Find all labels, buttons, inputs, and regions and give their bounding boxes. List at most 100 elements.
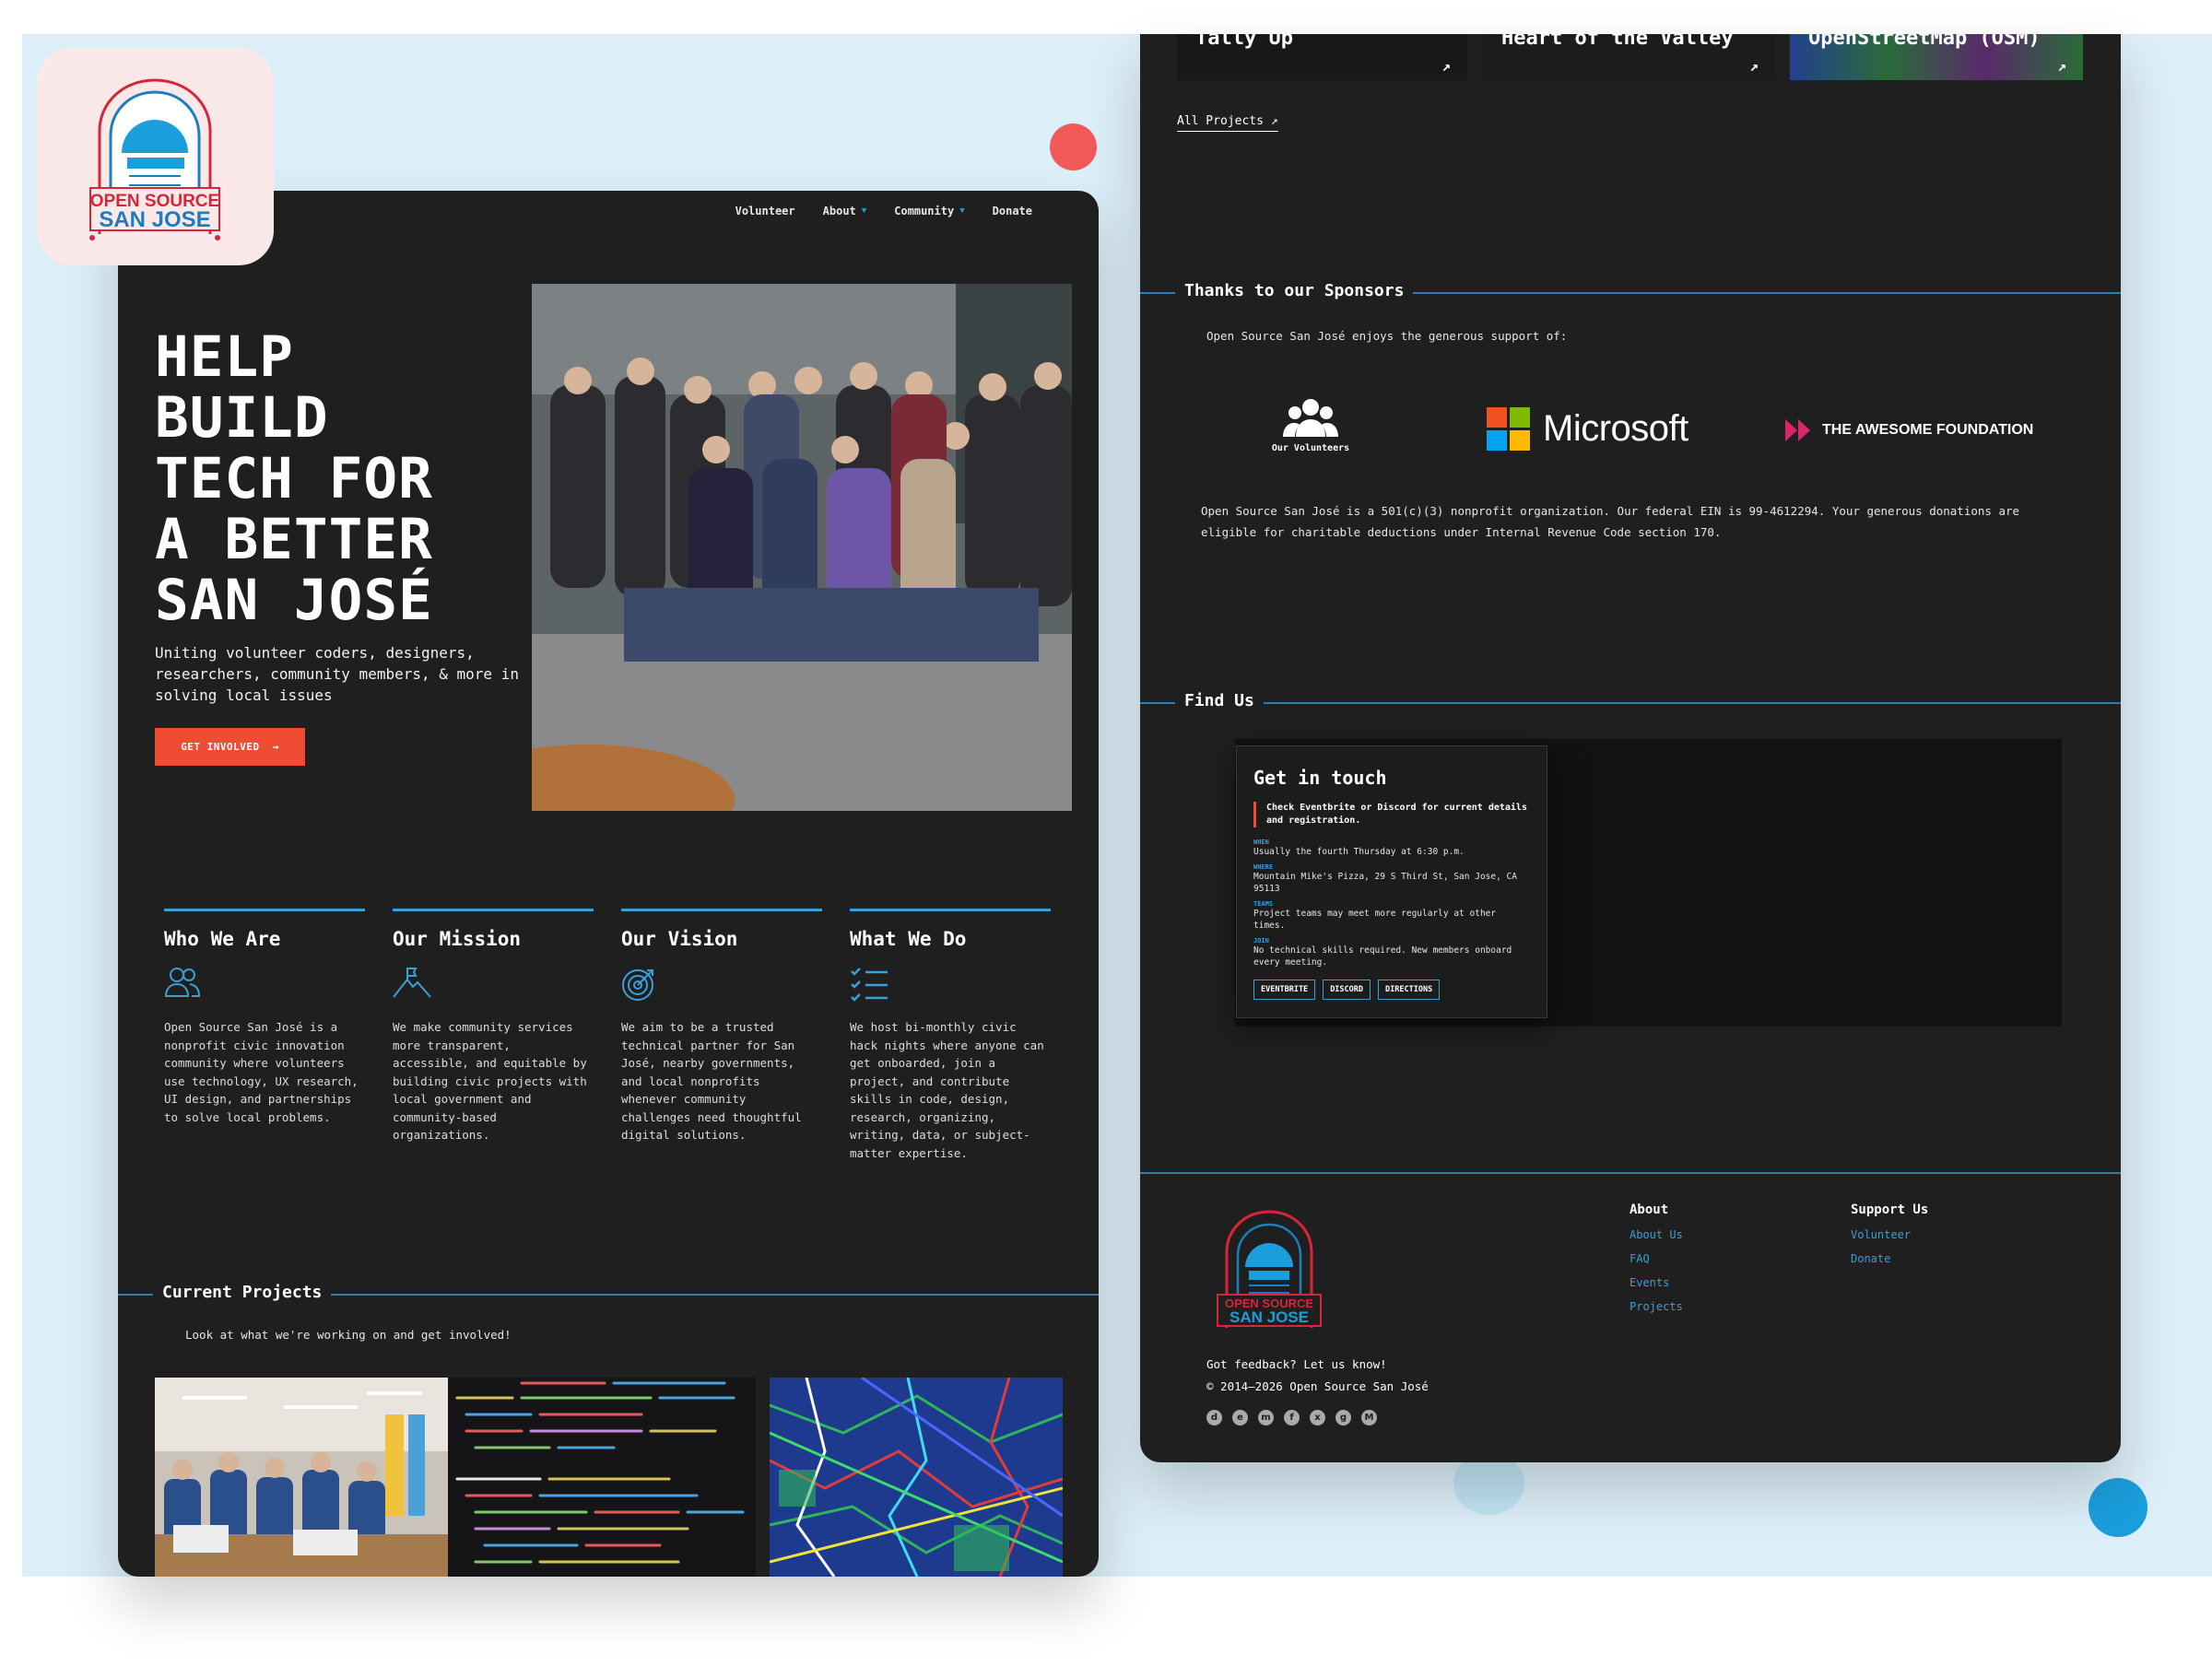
- feature-text: We aim to be a trusted technical partner…: [621, 1020, 802, 1142]
- nav-donate[interactable]: Donate: [993, 205, 1032, 217]
- feature-text: We make community services more transpar…: [393, 1020, 587, 1142]
- feature-who-we-are: Who We Are Open Source San José is a non…: [164, 909, 365, 1162]
- awesome-foundation-label: THE AWESOME FOUNDATION: [1822, 422, 2034, 438]
- copyright-text: © 2014–2026 Open Source San José: [1206, 1379, 1429, 1393]
- section-divider: [1140, 702, 2121, 704]
- people-icon: [1283, 399, 1338, 437]
- feature-divider: [393, 909, 594, 911]
- sponsor-microsoft: Microsoft: [1487, 407, 1688, 451]
- feature-text: We host bi-monthly civic hack nights whe…: [850, 1020, 1044, 1160]
- microsoft-wordmark: Microsoft: [1543, 408, 1688, 449]
- discord-button[interactable]: DISCORD: [1323, 980, 1371, 1000]
- join-label: JOIN: [1253, 937, 1269, 944]
- where-label: WHERE: [1253, 863, 1274, 871]
- nav-community-label: Community: [894, 205, 955, 217]
- footer-about-heading: About: [1630, 1203, 1669, 1217]
- homepage-top-panel: Volunteer About ▼ Community ▼ Donate HELP …: [118, 191, 1099, 1577]
- arrow-right-icon: →: [272, 741, 279, 753]
- hero-title: HELP BUILD TECH FOR A BETTER SAN JOSÉ: [155, 327, 542, 631]
- when-label: WHEN: [1253, 839, 1269, 846]
- project-card-heart-of-the-valley[interactable]: Heart of the Valley ↗: [1483, 34, 1775, 80]
- get-involved-label: GET INVOLVED: [181, 741, 260, 753]
- footer-link-volunteer[interactable]: Volunteer: [1851, 1228, 1928, 1241]
- feature-our-vision: Our Vision We aim to be a trusted techni…: [621, 909, 822, 1162]
- project-card-tally-up[interactable]: Tally Up ↗: [1177, 34, 1467, 80]
- find-us-heading: Find Us: [1175, 691, 1264, 710]
- project-title: Heart of the Valley: [1501, 34, 1734, 50]
- sponsor-volunteers-label: Our Volunteers: [1271, 443, 1350, 453]
- footer-link-faq[interactable]: FAQ: [1630, 1252, 1683, 1265]
- feature-title: Our Mission: [393, 928, 522, 950]
- feature-text: Open Source San José is a nonprofit civi…: [164, 1020, 359, 1124]
- logo-badge: OPEN SOURCE SAN JOSE: [37, 48, 274, 265]
- chevron-down-icon: ▼: [861, 206, 867, 216]
- external-link-icon: ↗: [2057, 57, 2066, 75]
- footer-divider: [1140, 1172, 2121, 1174]
- project-image-tally-up[interactable]: [155, 1378, 448, 1577]
- footer-support-column: Support Us Volunteer Donate: [1851, 1203, 1928, 1276]
- footer-logo[interactable]: OPEN SOURCE SAN JOSE: [1208, 1204, 1330, 1333]
- join-value: No technical skills required. New member…: [1253, 945, 1512, 968]
- footer-link-events[interactable]: Events: [1630, 1276, 1683, 1289]
- project-title: OpenStreetMap (OSM): [1808, 34, 2041, 50]
- eventbrite-icon[interactable]: e: [1232, 1410, 1248, 1425]
- people-icon: [164, 967, 365, 1002]
- target-icon: [621, 967, 822, 1002]
- decor-dot-blue: [2088, 1478, 2147, 1537]
- mastodon-icon[interactable]: m: [1258, 1410, 1274, 1425]
- project-image-heart-of-the-valley[interactable]: [448, 1378, 756, 1577]
- nav-community[interactable]: Community ▼: [894, 205, 964, 217]
- nav-volunteer[interactable]: Volunteer: [735, 205, 795, 217]
- feature-divider: [850, 909, 1051, 911]
- nonprofit-ein-text: Open Source San José is a 501(c)(3) nonp…: [1201, 504, 2020, 539]
- current-projects-intro: Look at what we're working on and get in…: [185, 1328, 512, 1342]
- feature-our-mission: Our Mission We make community services m…: [393, 909, 594, 1162]
- footer-link-projects[interactable]: Projects: [1630, 1300, 1683, 1313]
- get-in-touch-buttons: EVENTBRITE DISCORD DIRECTIONS: [1253, 980, 1530, 1000]
- feature-title: Who We Are: [164, 928, 281, 950]
- footer-link-donate[interactable]: Donate: [1851, 1252, 1928, 1265]
- footer-about-column: About About Us FAQ Events Projects: [1630, 1203, 1683, 1324]
- chevron-down-icon: ▼: [959, 206, 965, 216]
- project-title: Tally Up: [1195, 34, 1293, 50]
- decor-dot-red: [1050, 123, 1097, 170]
- open-source-san-jose-logo: OPEN SOURCE SAN JOSE: [89, 78, 220, 241]
- about-features: Who We Are Open Source San José is a non…: [164, 909, 1051, 1162]
- teams-label: TEAMS: [1253, 900, 1274, 908]
- feature-divider: [621, 909, 822, 911]
- microsoft-logo-icon: [1487, 407, 1530, 451]
- footer-logo-line2: SAN JOSE: [1230, 1308, 1309, 1326]
- github-icon[interactable]: g: [1335, 1410, 1351, 1425]
- registration-note: Check Eventbrite or Discord for current …: [1253, 802, 1530, 827]
- hero-title-line: TECH FOR: [155, 446, 433, 511]
- discord-icon[interactable]: d: [1206, 1410, 1222, 1425]
- where-value: Mountain Mike's Pizza, 29 S Third St, Sa…: [1253, 872, 1517, 894]
- checklist-icon: [850, 967, 1051, 1002]
- sponsor-our-volunteers: Our Volunteers: [1265, 398, 1357, 453]
- directions-button[interactable]: DIRECTIONS: [1378, 980, 1441, 1000]
- when-value: Usually the fourth Thursday at 6:30 p.m.: [1253, 847, 1465, 857]
- footer-link-about-us[interactable]: About Us: [1630, 1228, 1683, 1241]
- facebook-icon[interactable]: f: [1284, 1410, 1300, 1425]
- external-link-icon: ↗: [1749, 57, 1759, 75]
- hero-title-line: SAN JOSÉ: [155, 568, 433, 633]
- current-projects-heading: Current Projects: [153, 1283, 332, 1302]
- hero-group-photo: [440, 284, 1072, 855]
- project-image-openstreetmap[interactable]: [770, 1378, 1063, 1577]
- get-in-touch-title: Get in touch: [1253, 767, 1387, 789]
- feature-title: Our Vision: [621, 928, 738, 950]
- nav-about[interactable]: About ▼: [823, 205, 867, 217]
- project-card-openstreetmap[interactable]: OpenStreetMap (OSM) ↗: [1790, 34, 2083, 80]
- all-projects-link[interactable]: All Projects ↗: [1177, 114, 1278, 132]
- sponsors-intro: Open Source San José enjoys the generous…: [1206, 329, 1568, 343]
- social-links: d e m f x g M: [1206, 1410, 1377, 1425]
- feedback-text[interactable]: Got feedback? Let us know!: [1206, 1354, 1429, 1376]
- eventbrite-button[interactable]: EVENTBRITE: [1253, 980, 1316, 1000]
- awesome-foundation-icon: [1785, 419, 1810, 441]
- x-icon[interactable]: x: [1310, 1410, 1325, 1425]
- feature-what-we-do: What We Do We host bi-monthly civic hack…: [850, 909, 1051, 1162]
- get-involved-button[interactable]: GET INVOLVED →: [155, 728, 305, 766]
- meetup-icon[interactable]: M: [1361, 1410, 1377, 1425]
- sponsor-awesome-foundation: THE AWESOME FOUNDATION: [1785, 419, 2033, 441]
- homepage-bottom-panel: Tally Up ↗ Heart of the Valley ↗ OpenStr…: [1140, 34, 2121, 1462]
